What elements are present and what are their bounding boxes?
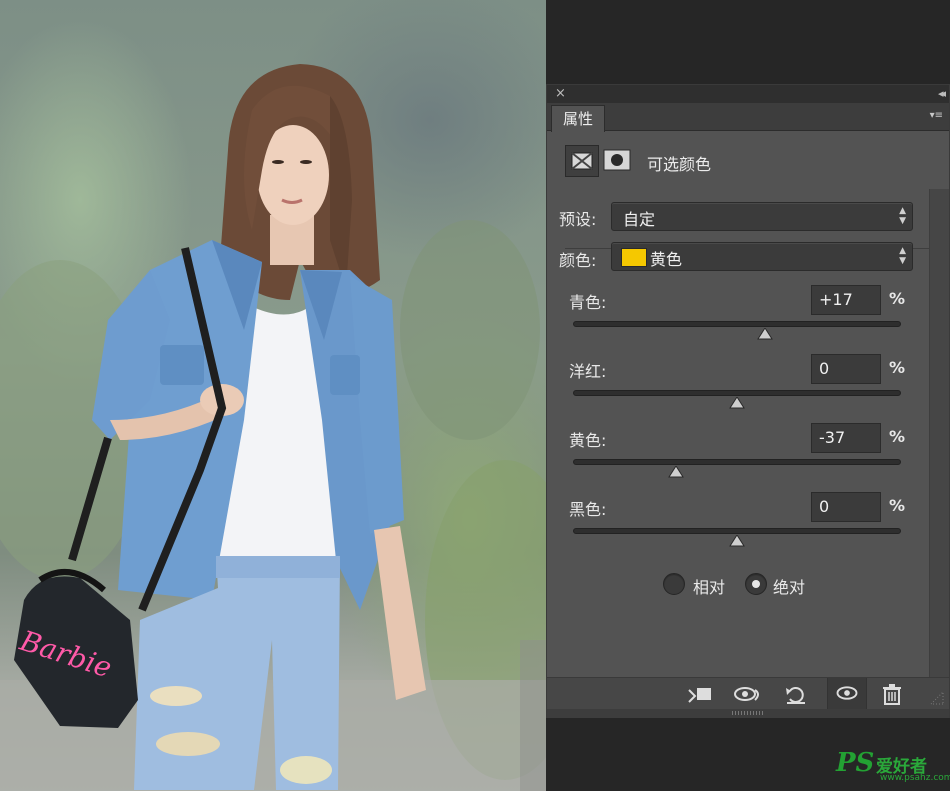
resize-grip-icon[interactable]	[925, 682, 945, 706]
absolute-radio[interactable]	[745, 573, 767, 595]
percent-unit: %	[889, 358, 906, 377]
properties-panel: × ◂◂ 属性 ▾≡ 可选颜色 预设: 自定 ▲ ▼ 颜色: 黄色 ▲ ▼ 青色…	[546, 84, 950, 718]
slider-thumb[interactable]	[668, 463, 685, 478]
colors-value: 黄色	[650, 250, 683, 269]
chevron-updown-icon: ▲ ▼	[899, 206, 906, 226]
slider-value-input[interactable]: +17	[811, 285, 881, 315]
visibility-eye-icon[interactable]	[827, 678, 867, 709]
method-radio-group: 相对 绝对	[663, 573, 843, 599]
slider-thumb[interactable]	[756, 325, 773, 340]
percent-unit: %	[889, 496, 906, 515]
slider-label: 黄色:	[569, 431, 607, 450]
watermark-ps: PS	[836, 748, 875, 778]
relative-radio[interactable]	[663, 573, 685, 595]
preset-select[interactable]: 自定 ▲ ▼	[611, 202, 913, 231]
photo-canvas: Barbie	[0, 0, 546, 791]
slider-value-input[interactable]: 0	[811, 492, 881, 522]
absolute-label[interactable]: 绝对	[773, 574, 805, 598]
portrait-illustration: Barbie	[0, 64, 546, 791]
percent-unit: %	[889, 427, 906, 446]
close-icon[interactable]: ×	[555, 86, 566, 102]
slider-value-input[interactable]: 0	[811, 354, 881, 384]
slider-label: 青色:	[569, 293, 607, 312]
slider-label: 黑色:	[569, 500, 607, 519]
workspace-background	[546, 0, 950, 84]
selective-color-adjustment-icon[interactable]	[565, 145, 599, 177]
colors-label: 颜色:	[559, 251, 597, 270]
view-previous-state-icon[interactable]	[733, 682, 763, 706]
colors-select[interactable]: 黄色 ▲ ▼	[611, 242, 913, 271]
delete-trash-icon[interactable]	[877, 682, 907, 706]
preset-label: 预设:	[559, 210, 597, 229]
slider-label: 洋红:	[569, 362, 607, 381]
slider-track[interactable]	[573, 321, 901, 327]
clip-to-layer-icon[interactable]	[685, 682, 715, 706]
panel-scrollbar[interactable]	[929, 189, 949, 677]
collapse-icon[interactable]: ◂◂	[938, 86, 946, 102]
panel-resize-handle[interactable]	[547, 709, 949, 718]
watermark-url: www.psahz.com	[880, 773, 950, 783]
adjustment-title: 可选颜色	[647, 155, 712, 174]
tab-properties[interactable]: 属性	[551, 105, 605, 132]
percent-unit: %	[889, 289, 906, 308]
watermark-logo: PS 爱好者 www.psahz.com	[836, 748, 950, 784]
layer-mask-icon[interactable]	[603, 149, 631, 171]
panel-tabbar: 属性 ▾≡	[547, 103, 949, 132]
panel-titlebar: × ◂◂	[547, 85, 949, 103]
panel-menu-icon[interactable]: ▾≡	[930, 109, 943, 123]
relative-label[interactable]: 相对	[693, 574, 725, 598]
panel-bottom-bar	[547, 677, 949, 709]
slider-thumb[interactable]	[729, 394, 745, 409]
slider-track[interactable]	[573, 459, 901, 465]
slider-thumb[interactable]	[729, 532, 745, 547]
reset-icon[interactable]	[781, 682, 811, 706]
preset-value: 自定	[623, 210, 656, 229]
slider-value-input[interactable]: -37	[811, 423, 881, 453]
color-swatch	[621, 248, 647, 267]
adjustment-header: 可选颜色	[565, 145, 945, 249]
chevron-updown-icon: ▲ ▼	[899, 246, 906, 266]
